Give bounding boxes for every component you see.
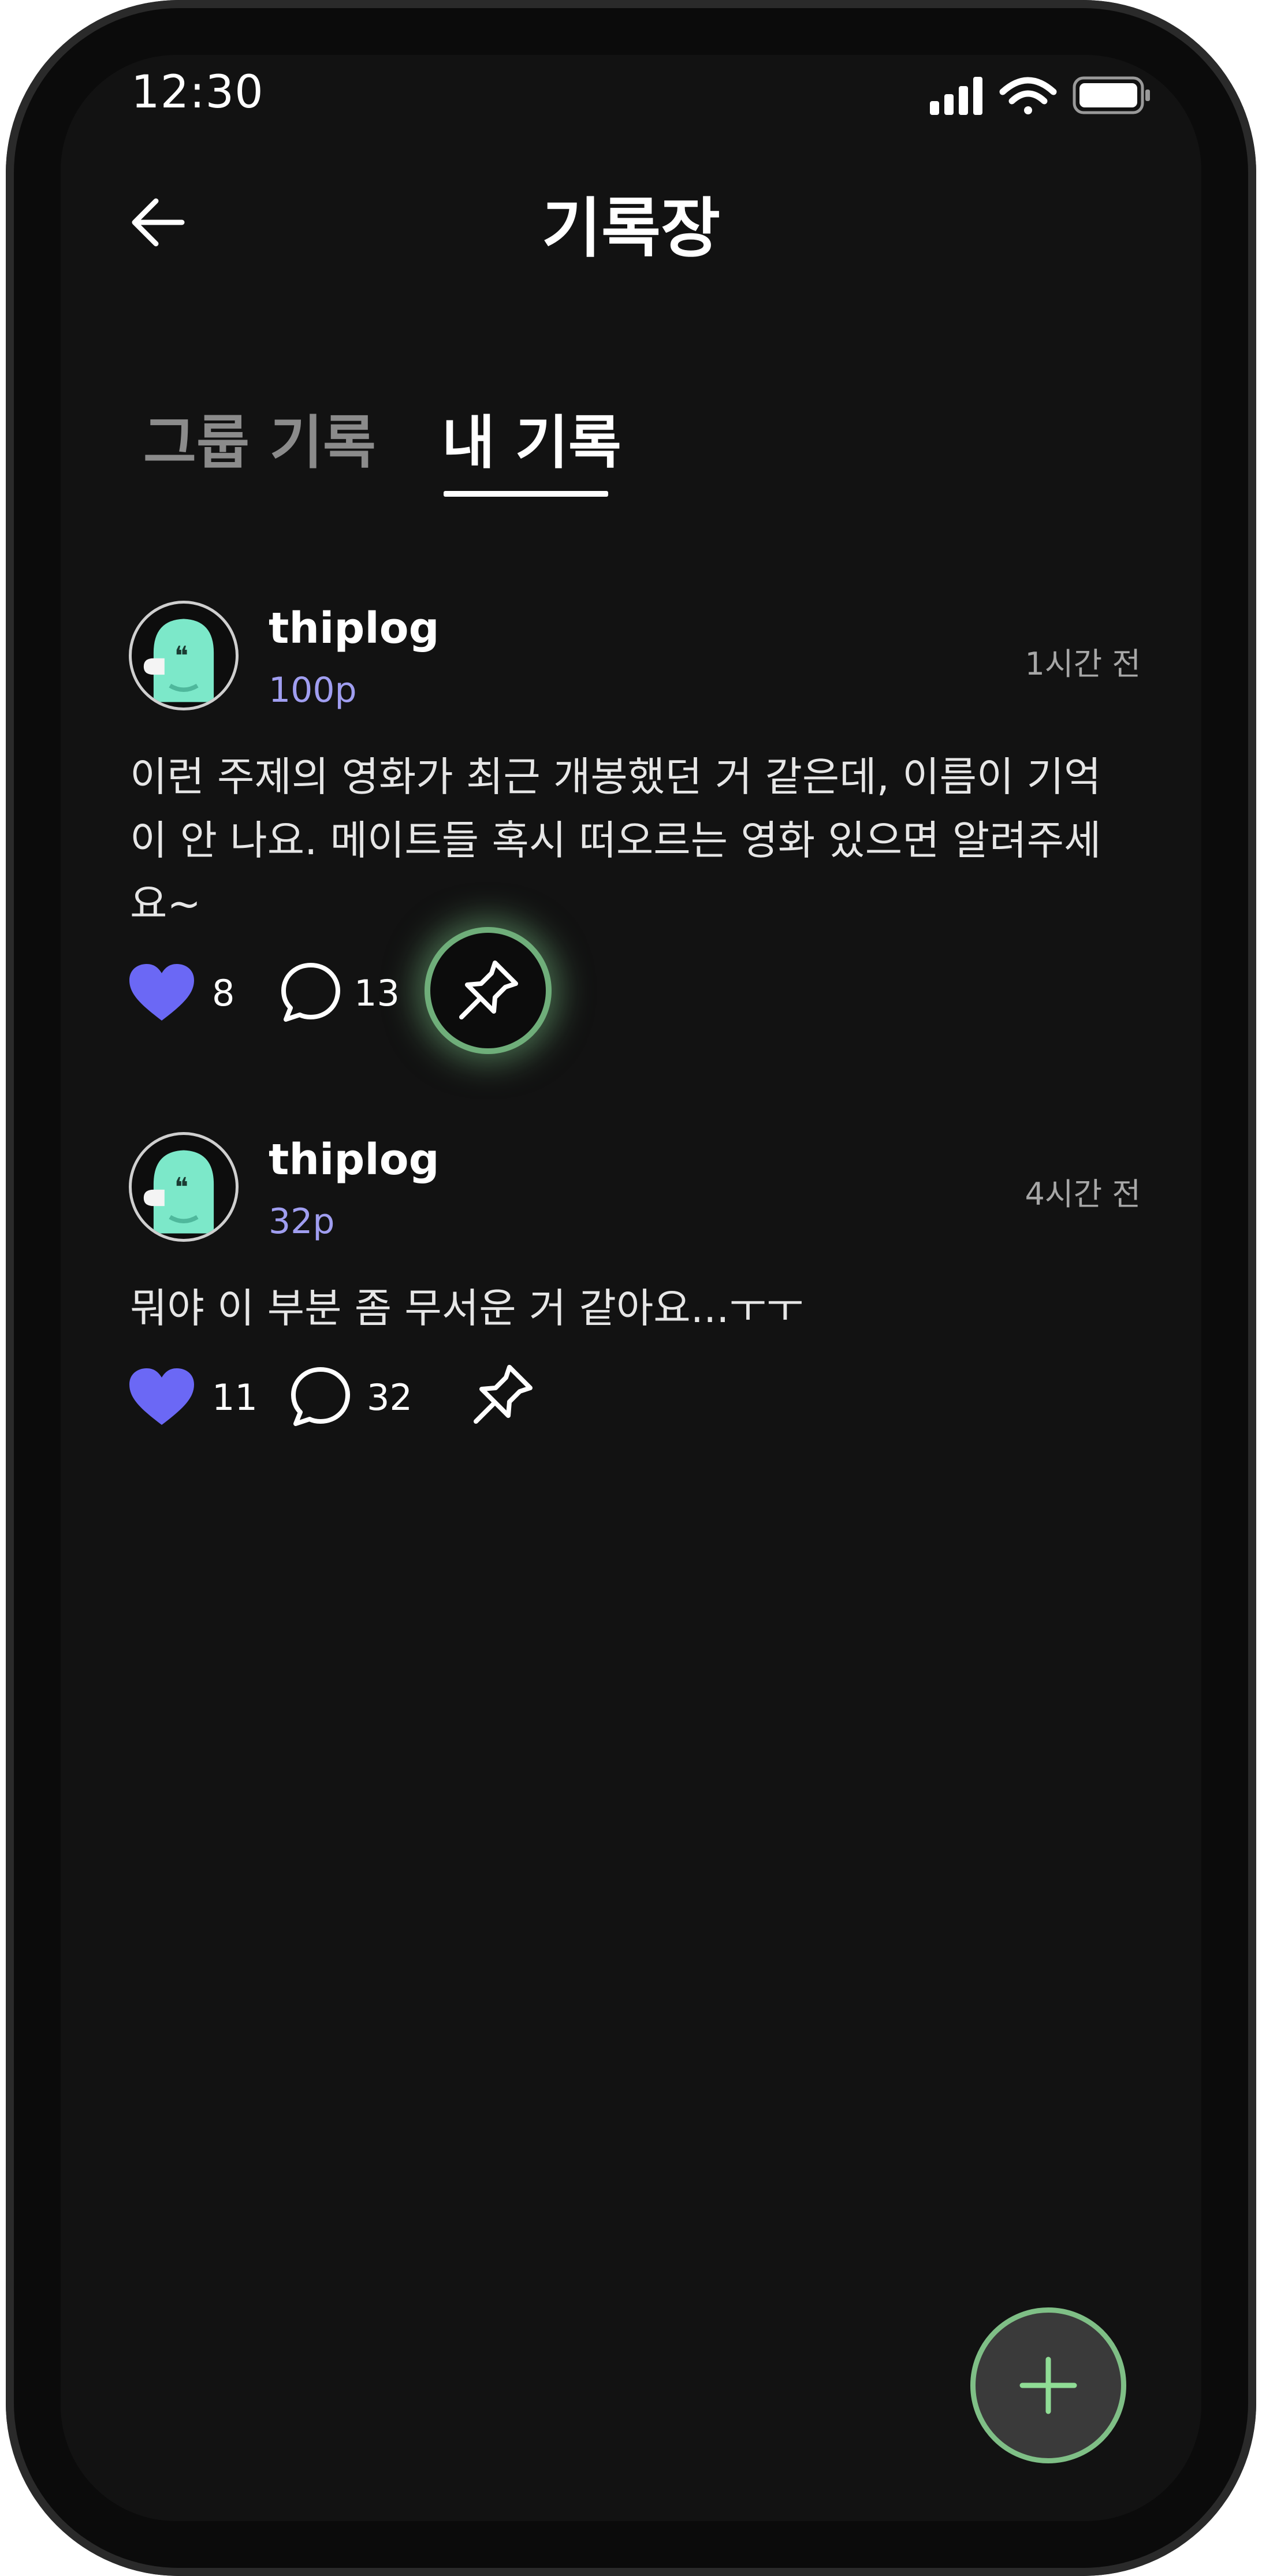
tab-my-records[interactable]: 내 기록	[442, 396, 621, 479]
post-points: 32p	[269, 1201, 335, 1242]
post-username[interactable]: thiplog	[269, 604, 440, 653]
post-time-ago: 4시간 전	[1025, 1176, 1141, 1212]
pin-icon[interactable]	[430, 933, 546, 1048]
app-screen: 12:30 기록장 그룹 기록 내 기록 ❝ thiplog 100p 1시간 …	[61, 55, 1201, 2521]
heart-icon[interactable]	[127, 962, 196, 1025]
post-body: 뭐야 이 부분 좀 무서운 거 같아요...ㅜㅜ	[130, 1276, 1146, 1340]
pin-highlight[interactable]	[430, 933, 546, 1048]
svg-text:❝: ❝	[174, 1172, 188, 1203]
post-body-line: 뭐야 이 부분 좀 무서운 거 같아요...ㅜㅜ	[130, 1285, 804, 1332]
avatar: ❝	[129, 1132, 239, 1242]
pin-icon[interactable]	[445, 1337, 560, 1453]
like-count: 8	[212, 972, 235, 1014]
status-icons	[930, 76, 1150, 115]
post-points: 100p	[269, 670, 357, 710]
comment-count: 13	[354, 972, 400, 1014]
status-time: 12:30	[131, 66, 264, 118]
post-username[interactable]: thiplog	[269, 1135, 440, 1185]
wifi-icon	[999, 77, 1057, 114]
post-body-line: 요~	[130, 880, 202, 928]
active-tab-indicator	[444, 491, 608, 497]
post-time-ago: 1시간 전	[1025, 646, 1141, 682]
heart-icon[interactable]	[127, 1366, 196, 1430]
page-title: 기록장	[541, 191, 721, 266]
post-body-line: 이런 주제의 영화가 최근 개봉했던 거 같은데, 이름이 기억	[130, 753, 1101, 801]
comment-icon[interactable]	[289, 1365, 352, 1428]
avatar-mascot-icon: ❝	[143, 619, 214, 702]
avatar: ❝	[129, 601, 239, 710]
svg-text:❝: ❝	[174, 641, 188, 671]
plus-icon	[1019, 2357, 1077, 2414]
post-body-line: 이 안 나요. 메이트들 혹시 떠오르는 영화 있으면 알려주세	[130, 817, 1101, 864]
like-count: 11	[212, 1376, 258, 1419]
signal-icon	[930, 77, 982, 115]
comment-count: 32	[367, 1376, 412, 1419]
avatar-mascot-icon: ❝	[143, 1150, 214, 1234]
tab-group-records[interactable]: 그룹 기록	[143, 396, 376, 479]
post-body: 이런 주제의 영화가 최근 개봉했던 거 같은데, 이름이 기억 이 안 나요.…	[130, 745, 1146, 936]
battery-icon	[1073, 76, 1150, 114]
add-record-button[interactable]	[970, 2307, 1126, 2463]
comment-icon[interactable]	[279, 961, 343, 1024]
